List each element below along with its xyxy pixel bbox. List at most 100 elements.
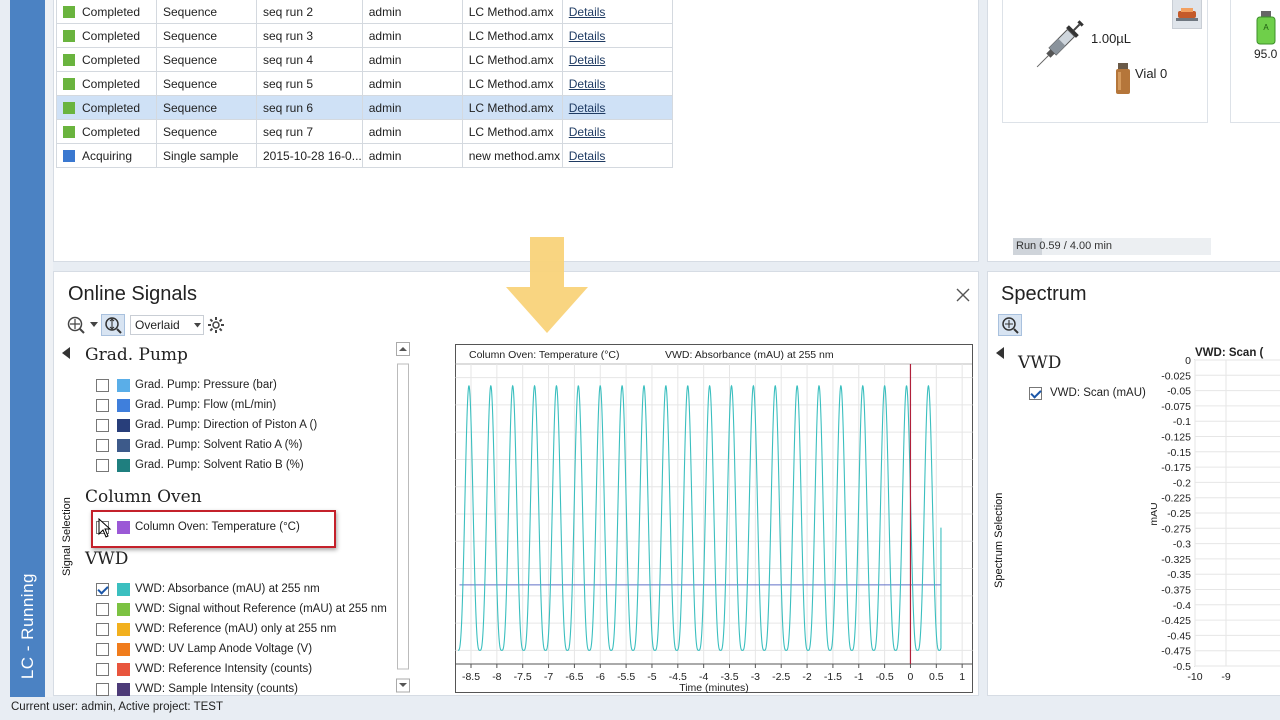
cell-type: Single sample: [156, 143, 257, 168]
cell-text: seq run 3: [263, 28, 314, 43]
y-tick-label: -0.425: [1161, 615, 1191, 627]
signal-label: VWD: Absorbance (mAU) at 255 nm: [135, 583, 320, 595]
signal-checkbox[interactable]: [96, 642, 109, 656]
spectrum-item-checkbox[interactable]: [1029, 386, 1042, 400]
view-mode-select[interactable]: Overlaid: [130, 315, 204, 335]
queue-panel: Completed Sequence seq run 2 admin LC Method…: [53, 0, 979, 262]
signal-item[interactable]: VWD: Sample Intensity (counts): [96, 679, 298, 699]
cell-text: seq run 2: [263, 4, 314, 19]
signal-item[interactable]: Grad. Pump: Direction of Piston A (): [96, 415, 317, 435]
cell-type: Sequence: [156, 47, 257, 72]
table-row[interactable]: Completed Sequence seq run 4 admin LC Method…: [56, 47, 673, 72]
x-tick-label: -1: [854, 671, 863, 683]
y-tick-label: -0.25: [1167, 508, 1191, 520]
y-tick-label: -0.475: [1161, 646, 1191, 658]
cell-text: Sequence: [163, 124, 218, 139]
spectrum-zoom-button[interactable]: [998, 314, 1022, 336]
color-swatch: [117, 438, 130, 452]
table-row[interactable]: Completed Sequence seq run 6 admin LC Method…: [56, 95, 673, 120]
x-tick-label: -7: [544, 671, 553, 683]
signal-item[interactable]: VWD: Signal without Reference (mAU) at 2…: [96, 599, 387, 619]
status-icon: [63, 53, 75, 66]
cell-link[interactable]: Details: [561, 23, 673, 48]
signal-item[interactable]: Grad. Pump: Solvent Ratio A (%): [96, 435, 302, 455]
cell-text: admin: [368, 124, 402, 139]
signal-selection-label: Signal Selection: [61, 497, 73, 576]
run-progress-bar: Run 0.59 / 4.00 min: [1013, 238, 1211, 255]
signal-checkbox[interactable]: [96, 438, 109, 452]
details-link[interactable]: Details: [569, 101, 606, 115]
signal-item[interactable]: VWD: Reference (mAU) only at 255 nm: [96, 619, 336, 639]
details-link[interactable]: Details: [569, 29, 606, 43]
x-tick-label: 0: [908, 671, 914, 683]
color-swatch: [117, 602, 130, 616]
details-link[interactable]: Details: [569, 5, 606, 19]
cell-text: Sequence: [163, 52, 218, 67]
y-tick-label: -0.075: [1161, 401, 1191, 413]
cell-text: 2015-10-28 16-0...: [263, 148, 362, 163]
table-row[interactable]: Acquiring Single sample 2015-10-28 16-0...…: [56, 143, 673, 168]
cell-text: admin: [368, 100, 402, 115]
signal-checkbox[interactable]: [96, 398, 109, 412]
signal-checkbox[interactable]: [96, 662, 109, 676]
chevron-down-icon[interactable]: [90, 322, 98, 328]
close-icon[interactable]: [956, 288, 970, 302]
cell-user: admin: [361, 143, 463, 168]
cell-link[interactable]: Details: [561, 119, 673, 144]
y-tick-label: -0.2: [1173, 477, 1191, 489]
cell-user: admin: [361, 47, 463, 72]
cell-text: seq run 7: [263, 124, 314, 139]
details-link[interactable]: Details: [569, 53, 606, 67]
cell-user: admin: [361, 23, 463, 48]
cell-text: Sequence: [163, 4, 218, 19]
table-row[interactable]: Completed Sequence seq run 5 admin LC Method…: [56, 71, 673, 96]
table-row[interactable]: Completed Sequence seq run 7 admin LC Method…: [56, 119, 673, 144]
cell-text: Completed: [82, 4, 141, 19]
collapse-arrow-icon[interactable]: [62, 347, 70, 359]
signal-item[interactable]: VWD: Reference Intensity (counts): [96, 659, 312, 679]
autoscale-button[interactable]: [101, 314, 125, 336]
signal-item[interactable]: VWD: Absorbance (mAU) at 255 nm: [96, 579, 320, 599]
y-tick-label: -0.15: [1167, 447, 1191, 459]
down-arrow-icon: [506, 237, 588, 333]
gear-icon[interactable]: [206, 315, 226, 335]
spectrum-item[interactable]: VWD: Scan (mAU): [1029, 383, 1146, 403]
x-tick-label: 1: [959, 671, 965, 683]
cell-link[interactable]: Details: [561, 0, 673, 24]
signal-label: VWD: Signal without Reference (mAU) at 2…: [135, 603, 387, 615]
collapse-arrow-icon[interactable]: [996, 347, 1004, 359]
signal-item[interactable]: Grad. Pump: Flow (mL/min): [96, 395, 276, 415]
signal-item[interactable]: Grad. Pump: Pressure (bar): [96, 375, 277, 395]
cell-text: admin: [368, 148, 402, 163]
signal-checkbox[interactable]: [96, 602, 109, 616]
cell-type: Sequence: [156, 0, 257, 24]
signal-checkbox[interactable]: [96, 458, 109, 472]
details-link[interactable]: Details: [569, 149, 606, 163]
signal-chart: Column Oven: Temperature (°C) VWD: Absorb…: [431, 344, 974, 694]
signal-item[interactable]: VWD: UV Lamp Anode Voltage (V): [96, 639, 312, 659]
cell-link[interactable]: Details: [561, 143, 673, 168]
table-row[interactable]: Completed Sequence seq run 2 admin LC Method…: [56, 0, 673, 24]
signal-item[interactable]: Grad. Pump: Solvent Ratio B (%): [96, 455, 304, 475]
details-link[interactable]: Details: [569, 77, 606, 91]
details-link[interactable]: Details: [569, 125, 606, 139]
cell-method: new method.amx: [461, 143, 563, 168]
signal-checkbox[interactable]: [96, 622, 109, 636]
signal-checkbox[interactable]: [96, 582, 109, 596]
spectrum-chart-title: VWD: Scan (: [1195, 347, 1264, 359]
signal-label: VWD: UV Lamp Anode Voltage (V): [135, 643, 313, 655]
cell-type: Sequence: [156, 23, 257, 48]
y-tick-label: -0.125: [1161, 432, 1191, 444]
cell-link[interactable]: Details: [561, 47, 673, 72]
status-icon: [63, 101, 75, 114]
signal-checkbox[interactable]: [96, 682, 109, 696]
table-row[interactable]: Completed Sequence seq run 3 admin LC Method…: [56, 23, 673, 48]
cell-link[interactable]: Details: [561, 95, 673, 120]
tray-button[interactable]: [1172, 0, 1202, 29]
signal-checkbox[interactable]: [96, 378, 109, 392]
pan-zoom-icon[interactable]: [66, 315, 86, 335]
signal-label: Grad. Pump: Flow (mL/min): [135, 399, 277, 411]
signal-list-scrollbar[interactable]: [396, 342, 411, 694]
signal-checkbox[interactable]: [96, 418, 109, 432]
cell-link[interactable]: Details: [561, 71, 673, 96]
